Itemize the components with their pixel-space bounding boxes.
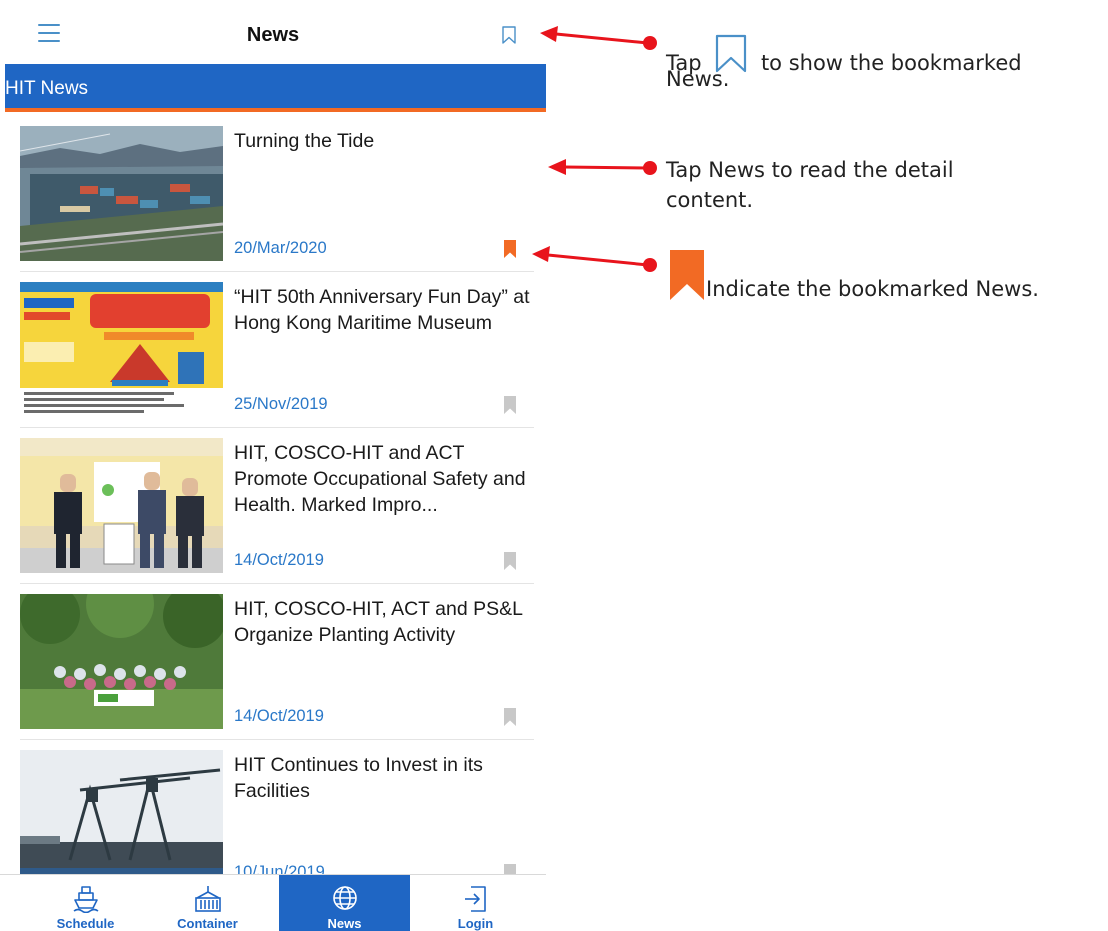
bookmark-filled-icon xyxy=(670,250,704,300)
arrow-to-item-bookmark xyxy=(532,246,657,272)
arrow-to-news-item xyxy=(548,159,657,175)
annotation-read-hint: Tap News to read the detail xyxy=(666,158,954,182)
annotation-arrows xyxy=(532,26,657,272)
annotation-bookmark-hint-line2: News. xyxy=(666,67,730,91)
annotation-text: to show the bookmarked xyxy=(760,51,1022,75)
annotation-indicator-hint: Indicate the bookmarked News. xyxy=(706,277,1039,301)
annotation-read-hint-line2: content. xyxy=(666,188,754,212)
arrow-to-header-bookmark xyxy=(540,26,657,50)
